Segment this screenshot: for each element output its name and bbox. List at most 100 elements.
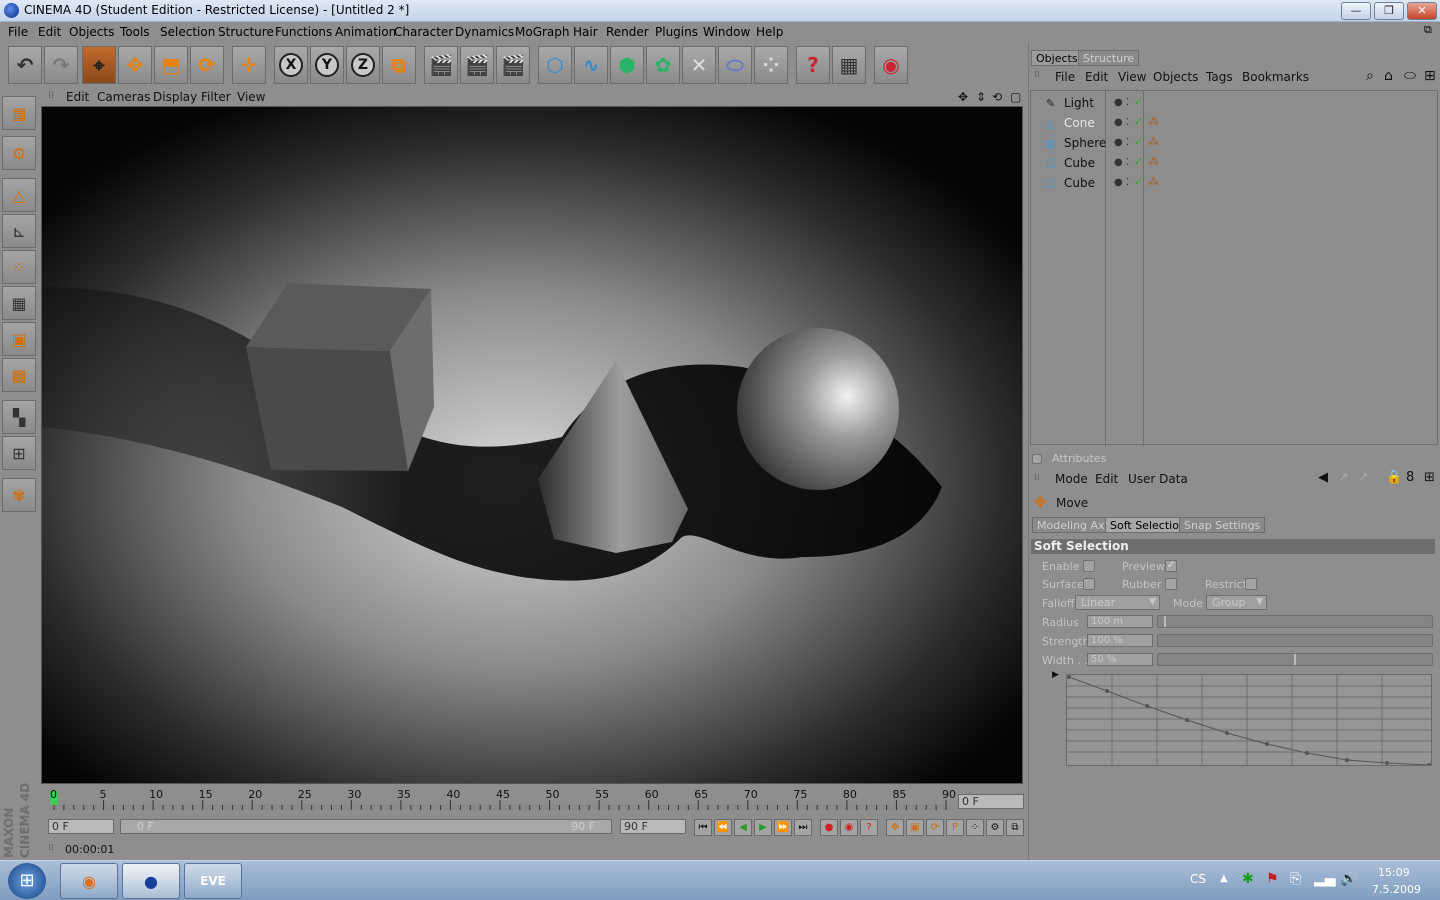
visibility-dots-icon[interactable]: ● ⁚ bbox=[1114, 117, 1129, 128]
objects-menu-view[interactable]: View bbox=[1118, 70, 1146, 84]
texture-mode-icon[interactable]: ▩ bbox=[2, 358, 36, 392]
render-settings-icon[interactable]: 🎬 bbox=[496, 46, 530, 84]
undo-icon[interactable]: ↶ bbox=[8, 46, 42, 84]
strength-field[interactable]: 100 % bbox=[1087, 634, 1153, 647]
scene-floor-icon[interactable]: ⬭ bbox=[718, 46, 752, 84]
keyframe-selection-icon[interactable]: ? bbox=[860, 819, 878, 836]
language-indicator[interactable]: CS bbox=[1190, 872, 1206, 886]
viewport-menu-filter[interactable]: Filter bbox=[201, 90, 231, 104]
radius-field[interactable]: 100 m bbox=[1087, 615, 1153, 628]
clock-time[interactable]: 15:09 bbox=[1378, 866, 1410, 879]
cinema4d-taskbar-icon[interactable]: ● bbox=[122, 863, 180, 899]
scale-tool-icon[interactable]: ⬒ bbox=[154, 46, 188, 84]
preview-checkbox[interactable]: ✓ bbox=[1165, 560, 1177, 572]
object-axis-tool-icon[interactable]: △ bbox=[2, 178, 36, 212]
clock-date[interactable]: 7.5.2009 bbox=[1372, 883, 1421, 896]
web-icon[interactable]: ◉ bbox=[874, 46, 908, 84]
viewport-maximize-icon[interactable]: ▢ bbox=[1010, 90, 1021, 104]
key-scale-icon[interactable]: ▣ bbox=[906, 819, 924, 836]
new-panel-icon[interactable]: ⊞ bbox=[1424, 68, 1436, 84]
x-axis-lock-icon[interactable]: X bbox=[274, 46, 308, 84]
make-editable-icon[interactable]: ⚙ bbox=[2, 136, 36, 170]
material-tag-icon[interactable]: ⁂ bbox=[1148, 175, 1159, 188]
lock-icon[interactable]: 🔒 bbox=[1386, 470, 1402, 485]
go-to-start-icon[interactable]: ⏮ bbox=[694, 819, 712, 836]
strength-slider[interactable] bbox=[1157, 634, 1433, 647]
menu-render[interactable]: Render bbox=[606, 25, 649, 39]
attributes-menu-user-data[interactable]: User Data bbox=[1128, 472, 1188, 486]
timeline-window-icon[interactable]: ⧉ bbox=[1006, 819, 1024, 836]
viewport-rotate-icon[interactable]: ⟲ bbox=[992, 90, 1002, 104]
expand-arrow-icon[interactable]: ▶ bbox=[1052, 670, 1059, 680]
menu-file[interactable]: File bbox=[8, 25, 28, 39]
nurbs-icon[interactable]: ⬢ bbox=[610, 46, 644, 84]
next-key-icon[interactable]: ⏩ bbox=[774, 819, 792, 836]
play-backward-icon[interactable]: ◀ bbox=[734, 819, 752, 836]
rubber-checkbox[interactable] bbox=[1165, 578, 1177, 590]
light-camera-icon[interactable]: ⁘ bbox=[754, 46, 788, 84]
enabled-check-icon[interactable]: ✓ bbox=[1134, 95, 1143, 108]
objects-menu-edit[interactable]: Edit bbox=[1085, 70, 1108, 84]
width-field[interactable]: 50 % bbox=[1087, 653, 1153, 666]
end-frame-field[interactable]: 90 F bbox=[620, 819, 686, 834]
home-icon[interactable]: ⌂ bbox=[1384, 68, 1393, 84]
key-rotation-icon[interactable]: ⟳ bbox=[926, 819, 944, 836]
search-icon[interactable]: ⌕ bbox=[1366, 68, 1374, 84]
width-slider[interactable] bbox=[1157, 653, 1433, 666]
range-slider[interactable]: 0 F 90 F bbox=[120, 819, 612, 834]
z-axis-lock-icon[interactable]: Z bbox=[346, 46, 380, 84]
menu-mograph[interactable]: MoGraph bbox=[515, 25, 570, 39]
menu-functions[interactable]: Functions bbox=[275, 25, 332, 39]
tab-objects[interactable]: Objects bbox=[1031, 50, 1083, 66]
menu-help[interactable]: Help bbox=[756, 25, 783, 39]
object-row-light[interactable]: ✎ Light ● ⁚ ✓ bbox=[1038, 93, 1434, 113]
menu-objects[interactable]: Objects bbox=[69, 25, 114, 39]
3d-viewport[interactable] bbox=[41, 106, 1023, 784]
menu-hair[interactable]: Hair bbox=[573, 25, 598, 39]
network-status-icon[interactable]: ✱ bbox=[1242, 871, 1254, 887]
timeline-ruler[interactable]: 0 5 10 15 20 25 30 35 40 45 50 55 60 65 70 75 80 85 90 0 F bbox=[40, 786, 1026, 816]
wifi-signal-icon[interactable]: ▂▄ bbox=[1314, 871, 1336, 887]
tab-snap-settings[interactable]: Snap Settings bbox=[1179, 517, 1266, 533]
polygons-mode-icon[interactable]: ▣ bbox=[2, 322, 36, 356]
enabled-check-icon[interactable]: ✓ bbox=[1134, 175, 1143, 188]
enable-checkbox[interactable] bbox=[1083, 560, 1095, 572]
material-tag-icon[interactable]: ⁂ bbox=[1148, 155, 1159, 168]
cube-primitive-icon[interactable]: ⬡ bbox=[538, 46, 572, 84]
pin-icon[interactable]: 8 bbox=[1406, 470, 1414, 485]
enabled-check-icon[interactable]: ✓ bbox=[1134, 135, 1143, 148]
record-keys-icon[interactable]: ● bbox=[820, 819, 838, 836]
axis-mode-icon[interactable]: ⊞ bbox=[2, 436, 36, 470]
array-icon[interactable]: ✿ bbox=[646, 46, 680, 84]
enabled-check-icon[interactable]: ✓ bbox=[1134, 115, 1143, 128]
attributes-menu-mode[interactable]: Mode bbox=[1055, 472, 1088, 486]
help-icon[interactable]: ? bbox=[796, 46, 830, 84]
key-point-level-icon[interactable]: ⁘ bbox=[966, 819, 984, 836]
visibility-dots-icon[interactable]: ● ⁚ bbox=[1114, 157, 1129, 168]
previous-key-icon[interactable]: ⏪ bbox=[714, 819, 732, 836]
up-arrow-icon[interactable]: ↗ bbox=[1338, 470, 1349, 485]
objects-menu-bookmarks[interactable]: Bookmarks bbox=[1242, 70, 1309, 84]
mode-dropdown[interactable]: Group ▼ bbox=[1206, 595, 1267, 610]
redo-icon[interactable]: ↷ bbox=[44, 46, 78, 84]
edges-mode-icon[interactable]: ▦ bbox=[2, 286, 36, 320]
tab-structure[interactable]: Structure bbox=[1078, 50, 1140, 66]
safely-remove-icon[interactable]: ⎘ bbox=[1290, 871, 1301, 887]
attributes-collapse-box[interactable] bbox=[1032, 454, 1042, 464]
visibility-dots-icon[interactable]: ● ⁚ bbox=[1114, 177, 1129, 188]
menu-character[interactable]: Character bbox=[394, 25, 453, 39]
object-row-cube-1[interactable]: ⬡ Cube ● ⁚ ✓ ⁂ bbox=[1038, 153, 1434, 173]
live-selection-icon[interactable]: ⌖ bbox=[82, 46, 116, 84]
object-row-cube-2[interactable]: ⬡ Cube ● ⁚ ✓ ⁂ bbox=[1038, 173, 1434, 193]
eye-icon[interactable]: ⬭ bbox=[1404, 68, 1416, 84]
close-button[interactable]: ✕ bbox=[1407, 2, 1437, 20]
menu-plugins[interactable]: Plugins bbox=[655, 25, 698, 39]
menu-animation[interactable]: Animation bbox=[335, 25, 396, 39]
objects-menu-objects[interactable]: Objects bbox=[1153, 70, 1198, 84]
start-button[interactable]: ⊞ bbox=[8, 863, 46, 899]
falloff-curve-graph[interactable] bbox=[1066, 674, 1432, 767]
restrict-checkbox[interactable] bbox=[1245, 578, 1257, 590]
attributes-menu-edit[interactable]: Edit bbox=[1095, 472, 1118, 486]
rotate-tool-icon[interactable]: ⟳ bbox=[190, 46, 224, 84]
checkerboard-icon[interactable]: ▚ bbox=[2, 400, 36, 434]
